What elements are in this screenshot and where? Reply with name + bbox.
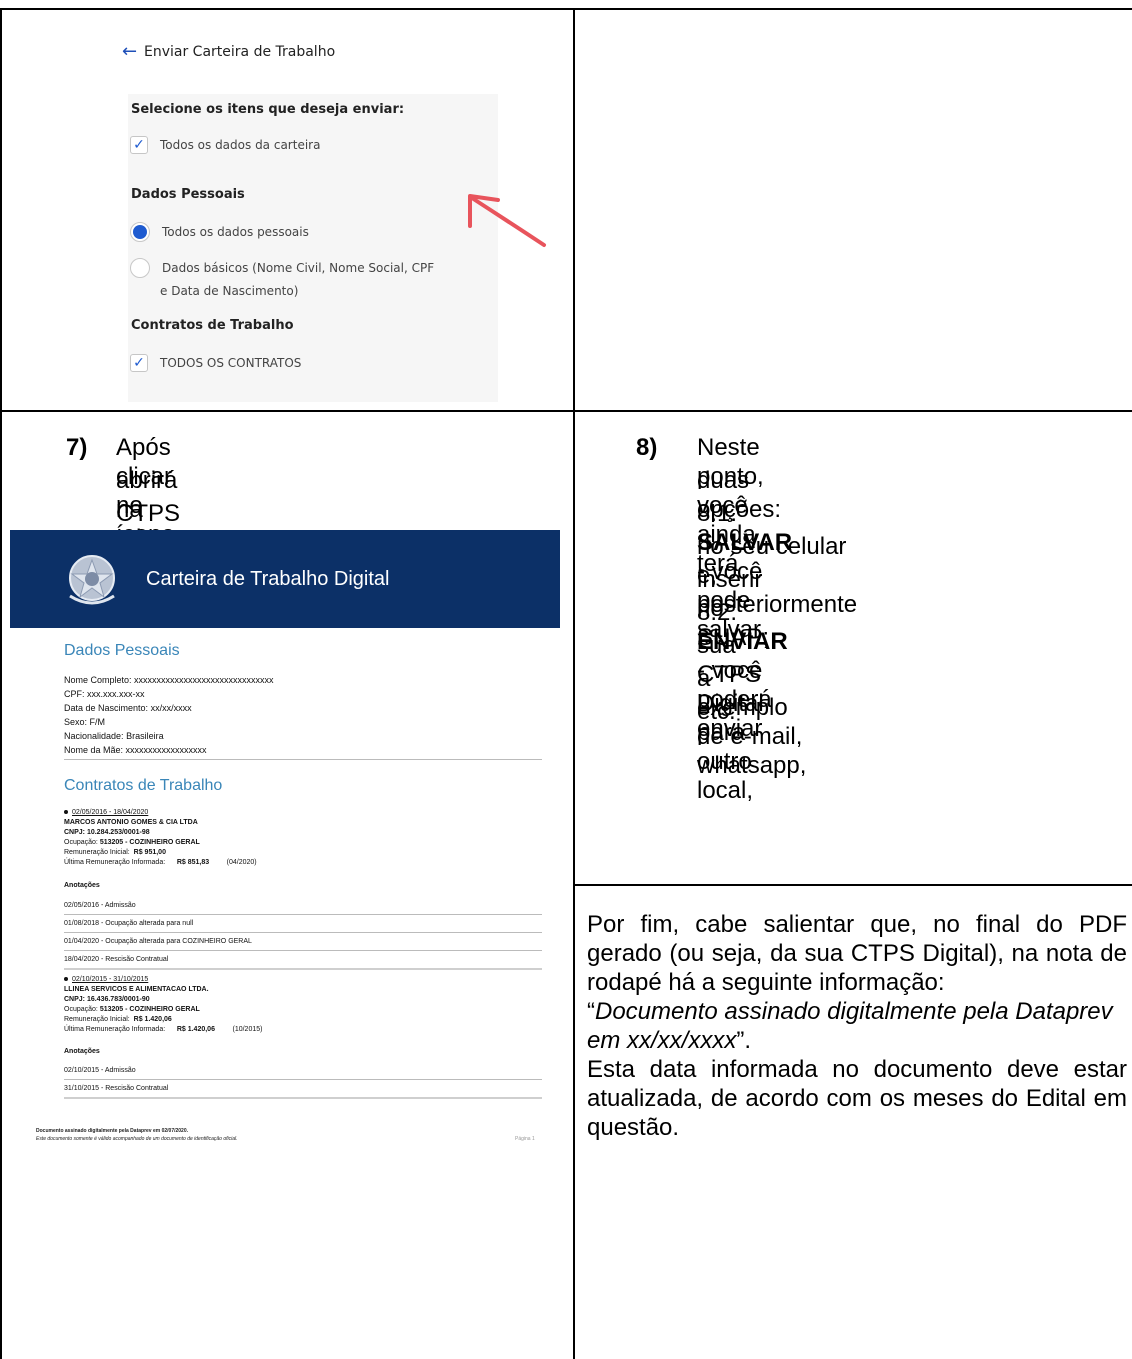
pdf-contract-rem-inicial: Remuneração Inicial: R$ 951,00	[64, 849, 166, 856]
personal-all-label: Todos os dados pessoais	[162, 225, 309, 239]
pdf-contract-ocupacao: Ocupação: 513205 - COZINHEIRO GERAL	[64, 1006, 200, 1013]
step8-number: 8)	[636, 434, 658, 461]
pdf-divider	[64, 950, 542, 951]
pdf-nasc-row: Data de Nascimento: xx/xx/xxxx	[64, 703, 192, 713]
pdf-sexo-row: Sexo: F/M	[64, 717, 106, 727]
bullet-icon	[64, 810, 68, 815]
pdf-contract-ocupacao: Ocupação: 513205 - COZINHEIRO GERAL	[64, 839, 200, 846]
pdf-anotacao: 01/04/2020 - Ocupação alterada para COZI…	[64, 938, 252, 945]
table-border-left	[0, 8, 2, 1359]
pdf-contract-period: 02/05/2016 - 18/04/2020	[64, 809, 148, 816]
send-options-panel: Selecione os itens que deseja enviar: ✓ …	[128, 94, 498, 402]
pdf-banner: Carteira de Trabalho Digital	[10, 530, 560, 628]
pdf-anotacoes-label: Anotações	[64, 882, 100, 889]
step8-option2-line4: etc.	[697, 698, 736, 725]
pdf-anotacao: 02/05/2016 - Admissão	[64, 902, 136, 909]
pdf-nome-row: Nome Completo: xxxxxxxxxxxxxxxxxxxxxxxxx…	[64, 675, 274, 685]
radio-selected-icon[interactable]	[130, 222, 150, 242]
ctps-pdf-preview: Carteira de Trabalho Digital Dados Pesso…	[10, 530, 560, 1150]
contracts-section-title: Contratos de Trabalho	[131, 318, 294, 333]
final-note: Por fim, cabe salientar que, no final do…	[587, 910, 1127, 1142]
final-note-quote: “Documento assinado digitalmente pela Da…	[587, 998, 1113, 1054]
pdf-divider	[64, 1097, 542, 1099]
send-title: Enviar Carteira de Trabalho	[144, 44, 336, 60]
pdf-contract-period: 02/10/2015 - 31/10/2015	[64, 976, 148, 983]
pdf-anotacao: 01/08/2018 - Ocupação alterada para null	[64, 920, 194, 927]
personal-section-title: Dados Pessoais	[131, 187, 245, 202]
all-data-checkbox-row[interactable]: ✓ Todos os dados da carteira	[130, 136, 320, 154]
arrow-left-icon[interactable]: ←	[118, 40, 144, 64]
checkmark-icon[interactable]: ✓	[130, 136, 148, 154]
annotation-arrow-icon	[468, 194, 546, 247]
pdf-contract-company: MARCOS ANTONIO GOMES & CIA LTDA	[64, 819, 198, 826]
pdf-contract-cnpj: CNPJ: 16.436.783/0001-90	[64, 996, 150, 1003]
send-header: ← Enviar Carteira de Trabalho	[118, 40, 335, 64]
pdf-cpf-row: CPF: xxx.xxx.xxx-xx	[64, 689, 145, 699]
personal-all-radio-row[interactable]: Todos os dados pessoais	[130, 222, 309, 242]
pdf-contracts-heading: Contratos de Trabalho	[64, 777, 223, 794]
contracts-all-label: TODOS OS CONTRATOS	[160, 356, 302, 370]
pdf-contract-rem-ultima: Última Remuneração Informada: R$ 851,83 …	[64, 859, 257, 866]
final-note-closing: Esta data informada no documento deve es…	[587, 1056, 1127, 1141]
send-ctps-screenshot: ← Enviar Carteira de Trabalho Selecione …	[118, 30, 546, 402]
contracts-all-checkbox-row[interactable]: ✓ TODOS OS CONTRATOS	[130, 354, 301, 372]
all-data-label: Todos os dados da carteira	[160, 138, 321, 152]
pdf-contract-company: LLINEA SERVICOS E ALIMENTACAO LTDA.	[64, 986, 209, 993]
pdf-anotacao: 02/10/2015 - Admissão	[64, 1067, 136, 1074]
final-note-intro: Por fim, cabe salientar que, no final do…	[587, 911, 1127, 996]
pdf-personal-heading: Dados Pessoais	[64, 642, 180, 659]
radio-unselected-icon[interactable]	[130, 258, 150, 278]
table-border-middle	[573, 8, 575, 1359]
checkmark-icon[interactable]: ✓	[130, 354, 148, 372]
table-border-right-cell-split	[575, 884, 1132, 886]
pdf-footer-signature: Documento assinado digitalmente pela Dat…	[36, 1128, 189, 1134]
brazil-coat-of-arms-icon	[69, 555, 115, 605]
personal-basic-label-line1: Dados básicos (Nome Civil, Nome Social, …	[162, 261, 435, 275]
select-prompt: Selecione os itens que deseja enviar:	[131, 102, 405, 117]
personal-basic-label-line2: e Data de Nascimento)	[160, 284, 299, 298]
pdf-footer-validity: Este documento somente é válido acompanh…	[36, 1136, 238, 1142]
pdf-divider	[64, 914, 542, 915]
pdf-contract-rem-inicial: Remuneração Inicial: R$ 1.420,06	[64, 1016, 172, 1023]
pdf-mae-row: Nome da Mãe: xxxxxxxxxxxxxxxxxx	[64, 745, 207, 755]
personal-basic-radio-row[interactable]: Dados básicos (Nome Civil, Nome Social, …	[130, 258, 434, 278]
pdf-contract-cnpj: CNPJ: 10.284.253/0001-98	[64, 829, 150, 836]
bullet-icon	[64, 977, 68, 982]
pdf-divider	[64, 1079, 542, 1080]
pdf-divider	[64, 968, 542, 970]
pdf-divider	[64, 759, 542, 760]
pdf-banner-title: Carteira de Trabalho Digital	[146, 568, 390, 590]
pdf-contract-rem-ultima: Última Remuneração Informada: R$ 1.420,0…	[64, 1026, 263, 1033]
step7-number: 7)	[66, 434, 88, 461]
pdf-anotacoes-label: Anotações	[64, 1048, 100, 1055]
pdf-page-number: Página 1	[515, 1136, 535, 1142]
pdf-divider	[64, 932, 542, 933]
pdf-nac-row: Nacionalidade: Brasileira	[64, 731, 164, 741]
pdf-anotacao: 31/10/2015 - Rescisão Contratual	[64, 1085, 169, 1092]
table-border-row1	[0, 410, 1132, 412]
pdf-anotacao: 18/04/2020 - Rescisão Contratual	[64, 956, 169, 963]
table-border-top	[0, 8, 1132, 10]
